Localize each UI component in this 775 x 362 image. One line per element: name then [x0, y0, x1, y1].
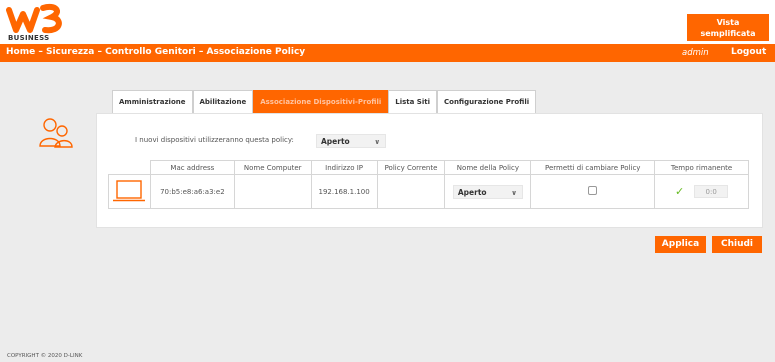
copyright-text: COPYRIGHT © 2020 D-LINK — [7, 353, 83, 359]
col-header-time: Tempo rimanente — [654, 160, 749, 175]
allow-change-checkbox[interactable] — [588, 186, 598, 195]
default-policy-select[interactable]: Aperto ∨ — [316, 134, 386, 148]
nav-bar: Home – Sicurezza – Controllo Genitori – … — [0, 44, 775, 62]
policy-name-cell: Aperto ∨ — [444, 174, 532, 209]
ip-cell: 192.168.1.100 — [310, 174, 378, 209]
vista-label-1: Vista — [716, 18, 740, 27]
tab-amministrazione[interactable]: Amministrazione — [112, 90, 193, 113]
checkmark-icon: ✓ — [674, 185, 685, 198]
col-header-allow-change: Permetti di cambiare Policy — [530, 160, 656, 175]
col-header-ip: Indirizzo IP — [310, 160, 378, 175]
user-name: admin — [682, 48, 709, 58]
users-icon — [39, 118, 73, 148]
default-policy-label: I nuovi dispositivi utilizzeranno questa… — [135, 136, 294, 144]
close-button[interactable]: Chiudi — [712, 236, 762, 253]
top-bar: BUSINESS Vista semplificata — [0, 0, 775, 44]
brand-sub: BUSINESS — [8, 34, 50, 42]
current-policy-cell — [376, 174, 446, 209]
policy-panel: I nuovi dispositivi utilizzeranno questa… — [96, 113, 763, 228]
logout-link[interactable]: Logout — [731, 47, 766, 57]
table-header-row: Mac address Nome Computer Indirizzo IP P… — [108, 160, 749, 175]
vista-label-2: semplificata — [700, 29, 756, 38]
row-policy-select[interactable]: Aperto ∨ — [452, 184, 523, 199]
chevron-down-icon: ∨ — [511, 188, 517, 197]
table-row: 70:b5:e8:a6:a3:e2 192.168.1.100 Aperto ∨… — [108, 174, 749, 209]
col-header-policy-name: Nome della Policy — [444, 160, 532, 175]
vista-semplificata-button[interactable]: Vista semplificata — [687, 14, 769, 41]
chevron-down-icon: ∨ — [374, 138, 380, 146]
time-remaining-field[interactable]: 0:0 — [694, 185, 729, 198]
laptop-icon — [113, 179, 146, 201]
col-header-current-policy: Policy Corrente — [376, 160, 446, 175]
mac-cell: 70:b5:e8:a6:a3:e2 — [149, 174, 235, 209]
tab-associazione-dispositivi-profili[interactable]: Associazione Dispositivi-Profili — [253, 90, 389, 113]
col-header-mac: Mac address — [149, 160, 235, 175]
tab-lista-siti[interactable]: Lista Siti — [388, 90, 437, 113]
col-header-icon — [108, 160, 151, 175]
device-icon-cell — [108, 174, 151, 209]
breadcrumb: Home – Sicurezza – Controllo Genitori – … — [6, 47, 306, 57]
allow-change-cell — [530, 174, 656, 209]
apply-button[interactable]: Applica — [655, 236, 706, 253]
tab-configurazione-profili[interactable]: Configurazione Profili — [437, 90, 537, 113]
tab-bar: Amministrazione Abilitazione Associazion… — [112, 90, 537, 113]
default-policy-value: Aperto — [321, 137, 350, 146]
time-cell: ✓ 0:0 — [654, 174, 749, 209]
devices-table: Mac address Nome Computer Indirizzo IP P… — [108, 160, 749, 209]
col-header-computer: Nome Computer — [233, 160, 312, 175]
computer-name-cell — [233, 174, 312, 209]
row-policy-value: Aperto — [457, 187, 487, 197]
tab-abilitazione[interactable]: Abilitazione — [192, 90, 254, 113]
